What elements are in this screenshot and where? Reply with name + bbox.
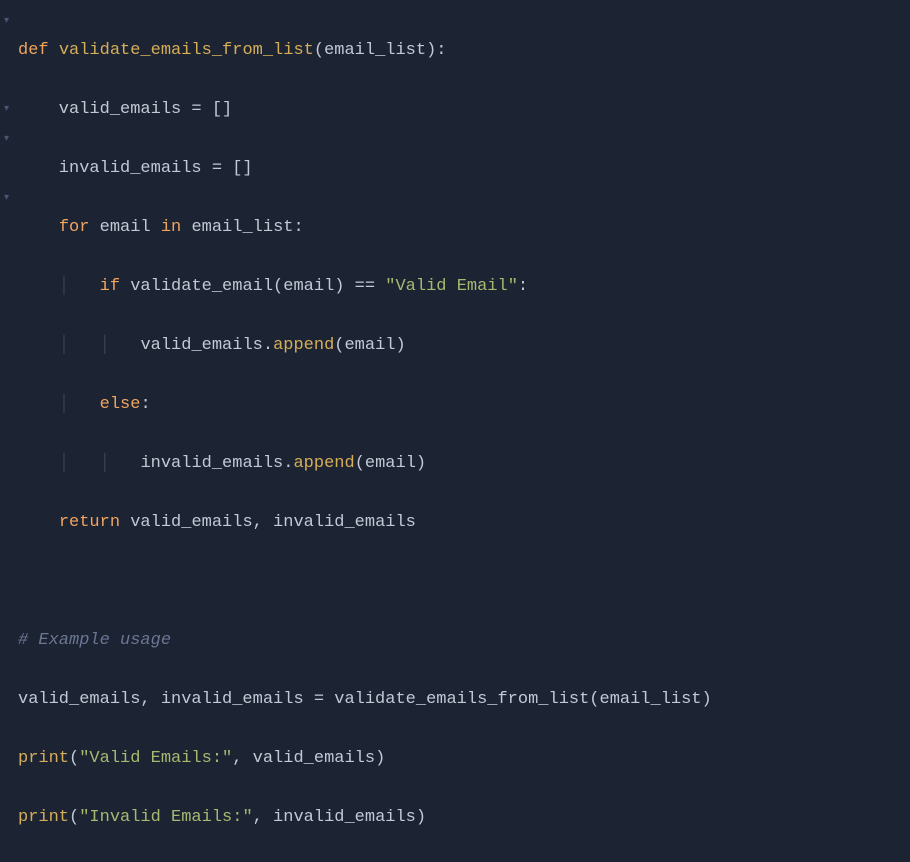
code-line: │ │ invalid_emails.append(email) bbox=[18, 449, 712, 479]
builtin-print: print bbox=[18, 808, 69, 827]
code-line: │ if validate_email(email) == "Valid Ema… bbox=[18, 272, 712, 302]
code-line: print("Valid Emails:", valid_emails) bbox=[18, 744, 712, 774]
builtin-print: print bbox=[18, 749, 69, 768]
keyword-for: for bbox=[59, 218, 90, 237]
keyword-if: if bbox=[100, 277, 120, 296]
code-line: print("Invalid Emails:", invalid_emails) bbox=[18, 803, 712, 833]
function-name: validate_emails_from_list bbox=[59, 41, 314, 60]
code-editor[interactable]: def validate_emails_from_list(email_list… bbox=[18, 6, 712, 862]
code-line: # Example usage bbox=[18, 626, 712, 656]
code-line: return valid_emails, invalid_emails bbox=[18, 508, 712, 538]
code-line: for email in email_list: bbox=[18, 213, 712, 243]
comment: # Example usage bbox=[18, 631, 171, 650]
method-call: append bbox=[273, 336, 334, 355]
string-literal: "Valid Email" bbox=[385, 277, 518, 296]
parameter: email_list bbox=[324, 41, 426, 60]
string-literal: "Invalid Emails:" bbox=[79, 808, 252, 827]
keyword-else: else bbox=[100, 395, 141, 414]
keyword-return: return bbox=[59, 513, 120, 532]
code-line: valid_emails, invalid_emails = validate_… bbox=[18, 685, 712, 715]
code-line: def validate_emails_from_list(email_list… bbox=[18, 36, 712, 66]
string-literal: "Valid Emails:" bbox=[79, 749, 232, 768]
code-line: │ else: bbox=[18, 390, 712, 420]
fold-marker-icon[interactable]: ▾ bbox=[2, 184, 11, 214]
keyword-in: in bbox=[161, 218, 181, 237]
fold-marker-icon[interactable]: ▾ bbox=[2, 95, 11, 125]
code-line bbox=[18, 567, 712, 597]
code-line: invalid_emails = [] bbox=[18, 154, 712, 184]
method-call: append bbox=[293, 454, 354, 473]
code-line: valid_emails = [] bbox=[18, 95, 712, 125]
fold-marker-icon[interactable]: ▾ bbox=[2, 7, 11, 37]
code-line: │ │ valid_emails.append(email) bbox=[18, 331, 712, 361]
fold-marker-icon[interactable]: ▾ bbox=[2, 125, 11, 155]
keyword-def: def bbox=[18, 41, 49, 60]
fold-gutter: ▾ ▾ ▾ ▾ bbox=[0, 0, 12, 507]
